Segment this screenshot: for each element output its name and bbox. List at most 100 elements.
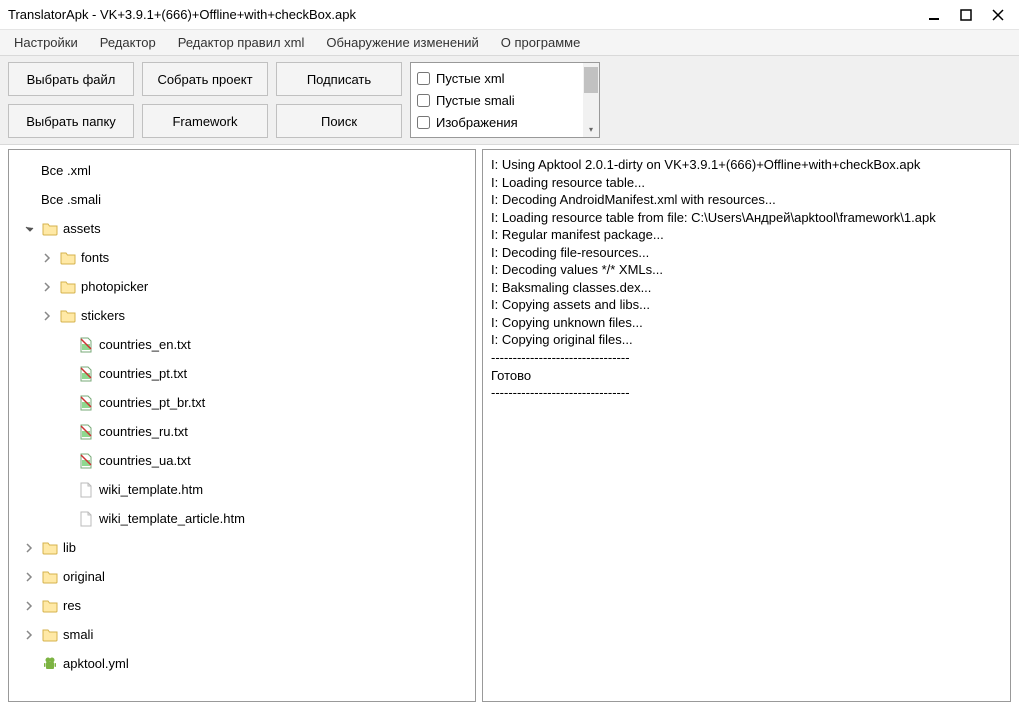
tree-item-3[interactable]: fonts bbox=[13, 243, 471, 272]
filter-checkbox-0[interactable] bbox=[417, 72, 430, 85]
toolbar-button-1[interactable]: Собрать проект bbox=[142, 62, 268, 96]
window-controls bbox=[927, 8, 1011, 22]
log-line-2: I: Decoding AndroidManifest.xml with res… bbox=[491, 191, 1002, 209]
tree-item-label: countries_en.txt bbox=[99, 337, 191, 352]
toolbar-buttons: Выбрать файлСобрать проектПодписать Выбра… bbox=[8, 62, 402, 138]
expander-closed-icon[interactable] bbox=[41, 310, 53, 322]
log-line-0: I: Using Apktool 2.0.1-dirty on VK+3.9.1… bbox=[491, 156, 1002, 174]
log-line-7: I: Baksmaling classes.dex... bbox=[491, 279, 1002, 297]
tree-item-11[interactable]: wiki_template.htm bbox=[13, 475, 471, 504]
menu-item-2[interactable]: Редактор правил xml bbox=[174, 33, 309, 52]
tree-item-13[interactable]: lib bbox=[13, 533, 471, 562]
tree-item-label: Все .smali bbox=[41, 192, 101, 207]
tree-item-2[interactable]: assets bbox=[13, 214, 471, 243]
filter-row-1[interactable]: Пустые smali bbox=[417, 89, 577, 111]
scroll-down-button[interactable]: ▾ bbox=[583, 121, 599, 137]
tree-item-15[interactable]: res bbox=[13, 591, 471, 620]
folder-icon bbox=[41, 597, 59, 615]
txt-special-icon bbox=[77, 452, 95, 470]
toolbar-button-5[interactable]: Поиск bbox=[276, 104, 402, 138]
log-line-11: -------------------------------- bbox=[491, 349, 1002, 367]
tree-item-5[interactable]: stickers bbox=[13, 301, 471, 330]
tree-item-label: smali bbox=[63, 627, 93, 642]
tree-item-label: stickers bbox=[81, 308, 125, 323]
toolbar-button-0[interactable]: Выбрать файл bbox=[8, 62, 134, 96]
toolbar-button-4[interactable]: Framework bbox=[142, 104, 268, 138]
tree-item-label: fonts bbox=[81, 250, 109, 265]
folder-icon bbox=[41, 220, 59, 238]
txt-special-icon bbox=[77, 394, 95, 412]
filter-listbox[interactable]: Пустые xml Пустые smali Изображения ▾ bbox=[410, 62, 600, 138]
log-line-13: -------------------------------- bbox=[491, 384, 1002, 402]
expander-closed-icon[interactable] bbox=[23, 629, 35, 641]
tree-item-0[interactable]: Все .xml bbox=[13, 156, 471, 185]
folder-icon bbox=[41, 626, 59, 644]
menu-item-0[interactable]: Настройки bbox=[10, 33, 82, 52]
tree-item-label: countries_pt.txt bbox=[99, 366, 187, 381]
log-line-10: I: Copying original files... bbox=[491, 331, 1002, 349]
tree-item-16[interactable]: smali bbox=[13, 620, 471, 649]
tree-item-label: res bbox=[63, 598, 81, 613]
expander-closed-icon[interactable] bbox=[23, 571, 35, 583]
tree-panel[interactable]: Все .xml Все .smali assets fonts photopicker… bbox=[8, 149, 476, 702]
tree-item-label: wiki_template_article.htm bbox=[99, 511, 245, 526]
folder-icon bbox=[41, 539, 59, 557]
tree-item-8[interactable]: countries_pt_br.txt bbox=[13, 388, 471, 417]
menu-item-1[interactable]: Редактор bbox=[96, 33, 160, 52]
filter-label-0: Пустые xml bbox=[436, 71, 505, 86]
tree-item-label: lib bbox=[63, 540, 76, 555]
menu-item-4[interactable]: О программе bbox=[497, 33, 585, 52]
expander-closed-icon[interactable] bbox=[23, 542, 35, 554]
main-area: Все .xml Все .smali assets fonts photopicker… bbox=[0, 145, 1019, 710]
tree-item-12[interactable]: wiki_template_article.htm bbox=[13, 504, 471, 533]
tree-item-label: assets bbox=[63, 221, 101, 236]
txt-special-icon bbox=[77, 423, 95, 441]
titlebar: TranslatorApk - VK+3.9.1+(666)+Offline+w… bbox=[0, 0, 1019, 30]
toolbar-button-3[interactable]: Выбрать папку bbox=[8, 104, 134, 138]
maximize-button[interactable] bbox=[959, 8, 973, 22]
log-line-9: I: Copying unknown files... bbox=[491, 314, 1002, 332]
folder-icon bbox=[41, 568, 59, 586]
close-button[interactable] bbox=[991, 8, 1005, 22]
filter-checkbox-1[interactable] bbox=[417, 94, 430, 107]
tree-item-label: countries_ru.txt bbox=[99, 424, 188, 439]
minimize-button[interactable] bbox=[927, 8, 941, 22]
menubar: Настройки Редактор Редактор правил xml Обна… bbox=[0, 30, 1019, 56]
expander-blank bbox=[23, 194, 35, 206]
android-icon bbox=[41, 655, 59, 673]
tree-item-4[interactable]: photopicker bbox=[13, 272, 471, 301]
tree-item-10[interactable]: countries_ua.txt bbox=[13, 446, 471, 475]
expander-closed-icon[interactable] bbox=[23, 600, 35, 612]
log-panel[interactable]: I: Using Apktool 2.0.1-dirty on VK+3.9.1… bbox=[482, 149, 1011, 702]
window-title: TranslatorApk - VK+3.9.1+(666)+Offline+w… bbox=[8, 7, 927, 22]
expander-blank bbox=[59, 339, 71, 351]
toolbar-button-2[interactable]: Подписать bbox=[276, 62, 402, 96]
filter-row-2[interactable]: Изображения bbox=[417, 111, 577, 133]
folder-icon bbox=[59, 278, 77, 296]
file-icon bbox=[77, 510, 95, 528]
filter-row-0[interactable]: Пустые xml bbox=[417, 67, 577, 89]
expander-blank bbox=[23, 658, 35, 670]
filter-checkbox-2[interactable] bbox=[417, 116, 430, 129]
tree-item-9[interactable]: countries_ru.txt bbox=[13, 417, 471, 446]
scrollbar-thumb[interactable] bbox=[584, 67, 598, 93]
filter-scrollbar[interactable]: ▾ bbox=[583, 63, 599, 137]
tree-item-17[interactable]: apktool.yml bbox=[13, 649, 471, 678]
tree-item-label: countries_pt_br.txt bbox=[99, 395, 205, 410]
menu-item-3[interactable]: Обнаружение изменений bbox=[322, 33, 482, 52]
folder-icon bbox=[59, 249, 77, 267]
tree-item-label: countries_ua.txt bbox=[99, 453, 191, 468]
tree-item-1[interactable]: Все .smali bbox=[13, 185, 471, 214]
expander-closed-icon[interactable] bbox=[41, 281, 53, 293]
expander-open-icon[interactable] bbox=[23, 223, 35, 235]
tree-item-6[interactable]: countries_en.txt bbox=[13, 330, 471, 359]
tree-item-14[interactable]: original bbox=[13, 562, 471, 591]
txt-special-icon bbox=[77, 336, 95, 354]
filter-label-2: Изображения bbox=[436, 115, 518, 130]
expander-blank bbox=[59, 455, 71, 467]
expander-closed-icon[interactable] bbox=[41, 252, 53, 264]
tree-item-label: original bbox=[63, 569, 105, 584]
expander-blank bbox=[59, 484, 71, 496]
log-line-6: I: Decoding values */* XMLs... bbox=[491, 261, 1002, 279]
tree-item-7[interactable]: countries_pt.txt bbox=[13, 359, 471, 388]
